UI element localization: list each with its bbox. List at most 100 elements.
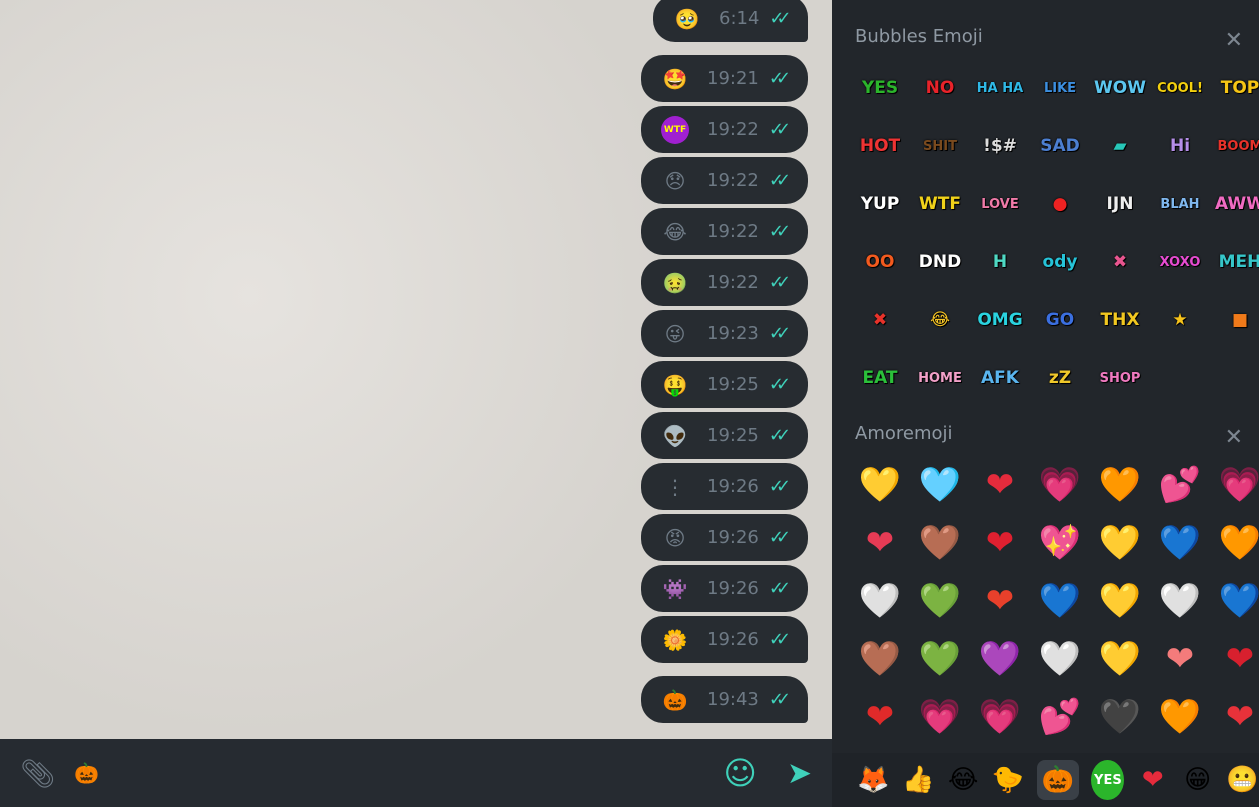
message-bubble[interactable]: 😡 19:26 ✓✓ xyxy=(641,514,808,561)
message-bubble[interactable]: 👽 19:25 ✓✓ xyxy=(641,412,808,459)
sticker[interactable]: 🤍 xyxy=(1150,572,1210,630)
message-bubble[interactable]: 😂 19:22 ✓✓ xyxy=(641,208,808,255)
sticker[interactable]: SHIT xyxy=(910,117,970,175)
message-bubble[interactable]: 😜 19:23 ✓✓ xyxy=(641,310,808,357)
sticker[interactable]: 💕 xyxy=(1030,688,1090,746)
sticker[interactable]: EAT xyxy=(850,349,910,407)
pumpkin-icon[interactable]: 🎃 xyxy=(1036,760,1080,800)
fox-mask-icon[interactable]: 🦊 xyxy=(857,760,890,800)
sticker[interactable]: XOXO xyxy=(1150,233,1210,291)
grin-icon[interactable]: 😁 xyxy=(1181,760,1214,800)
sticker[interactable]: TOP xyxy=(1210,59,1259,117)
sticker[interactable]: 💚 xyxy=(910,630,970,688)
sticker[interactable]: DND xyxy=(910,233,970,291)
sticker[interactable]: WOW xyxy=(1090,59,1150,117)
sticker[interactable]: ▰ xyxy=(1090,117,1150,175)
laughing-blob-icon[interactable]: 😂 xyxy=(947,760,980,800)
sticker[interactable]: NO xyxy=(910,59,970,117)
sticker[interactable]: 😂 xyxy=(910,291,970,349)
sticker[interactable]: 💛 xyxy=(1090,630,1150,688)
yes-bubble-icon[interactable]: YES xyxy=(1091,760,1125,800)
sticker[interactable]: ✖ xyxy=(1090,233,1150,291)
smiley-icon[interactable]: ☺ xyxy=(724,754,757,792)
sticker[interactable]: HOME xyxy=(910,349,970,407)
sticker[interactable]: ❤ xyxy=(1210,630,1259,688)
sticker[interactable]: THX xyxy=(1090,291,1150,349)
sticker[interactable]: ❤ xyxy=(970,572,1030,630)
sticker[interactable]: BLAH xyxy=(1150,175,1210,233)
sticker[interactable]: BOOM xyxy=(1210,117,1259,175)
sticker[interactable]: ● xyxy=(1030,175,1090,233)
grin-brown-icon[interactable]: 😬 xyxy=(1226,760,1259,800)
sticker[interactable]: ❤ xyxy=(970,514,1030,572)
sticker[interactable]: !$# xyxy=(970,117,1030,175)
close-icon[interactable]: ✕ xyxy=(1225,28,1243,53)
thumbs-up-icon[interactable]: 👍 xyxy=(902,760,935,800)
message-bubble[interactable]: 🥹 6:14 ✓✓ xyxy=(653,0,808,42)
sticker[interactable]: 💗 xyxy=(970,688,1030,746)
sticker[interactable]: OMG xyxy=(970,291,1030,349)
sticker[interactable]: ody xyxy=(1030,233,1090,291)
paperclip-icon[interactable]: 📎︎ xyxy=(20,757,56,790)
message-bubble[interactable]: 🤑 19:25 ✓✓ xyxy=(641,361,808,408)
message-bubble[interactable]: 😞 19:22 ✓✓ xyxy=(641,157,808,204)
sticker[interactable]: 💜 xyxy=(970,630,1030,688)
sticker[interactable]: 💙 xyxy=(1150,514,1210,572)
sticker[interactable]: 🤎 xyxy=(850,630,910,688)
close-icon[interactable]: ✕ xyxy=(1225,425,1243,450)
sticker[interactable]: HA HA xyxy=(970,59,1030,117)
sticker[interactable]: 🤍 xyxy=(850,572,910,630)
sticker[interactable]: COOL! xyxy=(1150,59,1210,117)
sticker[interactable]: ❤ xyxy=(850,514,910,572)
sticker[interactable]: SHOP xyxy=(1090,349,1150,407)
sticker[interactable]: ❤ xyxy=(850,688,910,746)
sticker[interactable]: 💙 xyxy=(1030,572,1090,630)
sticker[interactable]: 💖 xyxy=(1030,514,1090,572)
message-bubble[interactable]: 🤩 19:21 ✓✓ xyxy=(641,55,808,102)
message-bubble[interactable]: 👾 19:26 ✓✓ xyxy=(641,565,808,612)
sticker[interactable]: 🧡 xyxy=(1150,688,1210,746)
duck-icon[interactable]: 🐤 xyxy=(992,760,1025,800)
sticker[interactable]: WTF xyxy=(910,175,970,233)
sticker[interactable]: 💛 xyxy=(1090,514,1150,572)
sticker[interactable]: 🧡 xyxy=(1210,514,1259,572)
sticker[interactable]: Hi xyxy=(1150,117,1210,175)
sticker[interactable]: MEH xyxy=(1210,233,1259,291)
sticker[interactable]: 💗 xyxy=(1030,456,1090,514)
sticker[interactable]: ❤ xyxy=(970,456,1030,514)
sticker[interactable]: ❤ xyxy=(1210,688,1259,746)
sticker[interactable]: H xyxy=(970,233,1030,291)
sticker[interactable]: 🤍 xyxy=(1030,630,1090,688)
sticker[interactable]: 💙 xyxy=(1210,572,1259,630)
message-bubble[interactable]: 🎃 19:43 ✓✓ xyxy=(641,676,808,723)
message-bubble[interactable]: 🌼 19:26 ✓✓ xyxy=(641,616,808,663)
sticker[interactable]: 💗 xyxy=(910,688,970,746)
sticker[interactable]: 💛 xyxy=(850,456,910,514)
sticker[interactable]: 💕 xyxy=(1150,456,1210,514)
sticker[interactable]: AWW xyxy=(1210,175,1259,233)
sticker[interactable]: 🩵 xyxy=(910,456,970,514)
send-icon[interactable]: ➤ xyxy=(787,756,812,791)
sticker[interactable]: HOT xyxy=(850,117,910,175)
sticker[interactable]: YUP xyxy=(850,175,910,233)
heart-face-icon[interactable]: ❤ xyxy=(1136,760,1169,800)
message-bubble[interactable]: WTF 19:22 ✓✓ xyxy=(641,106,808,153)
sticker[interactable]: 💚 xyxy=(910,572,970,630)
sticker[interactable]: ■ xyxy=(1210,291,1259,349)
sticker[interactable]: 🧡 xyxy=(1090,456,1150,514)
sticker[interactable]: YES xyxy=(850,59,910,117)
sticker[interactable]: GO xyxy=(1030,291,1090,349)
sticker[interactable]: 💗 xyxy=(1210,456,1259,514)
sticker[interactable]: ❤ xyxy=(1150,630,1210,688)
sticker[interactable]: zZ xyxy=(1030,349,1090,407)
message-input[interactable]: 🎃 xyxy=(74,761,724,785)
sticker[interactable]: 🖤 xyxy=(1090,688,1150,746)
message-bubble[interactable]: 🤢 19:22 ✓✓ xyxy=(641,259,808,306)
sticker[interactable]: SAD xyxy=(1030,117,1090,175)
sticker[interactable]: LIKE xyxy=(1030,59,1090,117)
sticker[interactable]: 🤎 xyxy=(910,514,970,572)
message-bubble[interactable]: ⋮ 19:26 ✓✓ xyxy=(641,463,808,510)
sticker[interactable]: OO xyxy=(850,233,910,291)
sticker[interactable]: ★ xyxy=(1150,291,1210,349)
sticker[interactable]: IJN xyxy=(1090,175,1150,233)
